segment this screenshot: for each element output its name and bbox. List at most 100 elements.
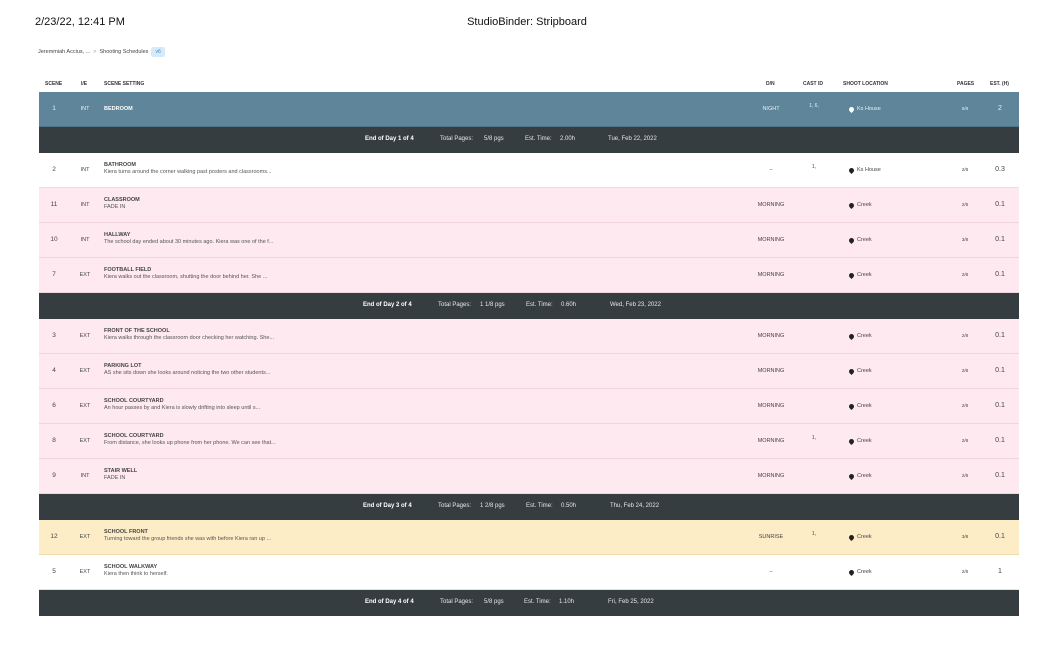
pages: 2/8 [961, 569, 969, 574]
breadcrumb: Jeremmiah Accius, ... > Shooting Schedul… [38, 46, 165, 58]
est-hours: 0.1 [995, 402, 1005, 409]
breadcrumb-section[interactable]: Shooting Schedules [100, 49, 149, 55]
setting-title: FOOTBALL FIELD [104, 267, 152, 273]
version-badge[interactable]: v6 [151, 47, 165, 57]
scene-setting: SCHOOL COURTYARD An hour passes by and Ki… [104, 398, 434, 411]
strip-row[interactable]: 12 EXT SCHOOL FRONT Turning toward the gr… [39, 520, 1019, 555]
location-name: Ks House [857, 167, 881, 173]
setting-title: PARKING LOT [104, 363, 142, 369]
pages: 5/8 [961, 106, 969, 111]
location-name: Creek [857, 272, 872, 278]
setting-description: Kiera turns around the corner walking pa… [104, 169, 272, 175]
map-pin-icon [847, 367, 856, 375]
pages: 3/8 [961, 237, 969, 242]
location-name: Creek [857, 237, 872, 243]
strip-row[interactable]: 5 EXT SCHOOL WALKWAY Kiera then think to … [39, 555, 1019, 590]
setting-title: SCHOOL COURTYARD [104, 398, 164, 404]
setting-description: From distance, she looks up phone from h… [104, 440, 276, 446]
day-date: Thu, Feb 24, 2022 [610, 503, 660, 509]
pages: 2/8 [961, 272, 969, 277]
est-hours: 2 [998, 105, 1002, 112]
scene-setting: SCHOOL COURTYARD From distance, she looks… [104, 433, 434, 446]
pages: 2/8 [961, 368, 969, 373]
strip-row[interactable]: 10 INT HALLWAY The school day ended about… [39, 223, 1019, 258]
strip-row[interactable]: 8 EXT SCHOOL COURTYARD From distance, she… [39, 424, 1019, 459]
day-night: MORNING [757, 473, 785, 479]
col-pages: PAGES [957, 81, 975, 87]
col-cast: CAST ID [803, 81, 823, 87]
map-pin-icon [847, 533, 856, 541]
location-name: Creek [857, 534, 872, 540]
scene-number: 5 [52, 568, 56, 575]
day-night: – [769, 167, 773, 173]
day-break[interactable]: End of Day 1 of 4 Total Pages: 5/8 pgs E… [39, 127, 1019, 153]
strip-row[interactable]: 11 INT CLASSROOM FADE IN MORNING Creek 2/… [39, 188, 1019, 223]
setting-description: FADE IN [104, 204, 126, 210]
shoot-location: Creek [847, 367, 872, 375]
cast-id: 1, [811, 435, 817, 441]
setting-description: Turning toward the group friends she was… [104, 536, 272, 542]
setting-description: Kiera walks through the classroom door c… [104, 335, 274, 341]
day-date: Wed, Feb 23, 2022 [610, 302, 661, 308]
location-name: Creek [857, 202, 872, 208]
est-time-label: Est. Time: [526, 302, 553, 308]
setting-description: The school day ended about 30 minutes ag… [104, 239, 274, 245]
int-ext: EXT [79, 368, 91, 374]
scene-setting: HALLWAY The school day ended about 30 min… [104, 232, 434, 245]
est-hours: 0.1 [995, 533, 1005, 540]
scene-setting: FOOTBALL FIELD Kiera walks out the classr… [104, 267, 434, 280]
col-setting: SCENE SETTING [104, 81, 145, 87]
shoot-location: Creek [847, 236, 872, 244]
setting-title: SCHOOL FRONT [104, 529, 148, 535]
day-break[interactable]: End of Day 3 of 4 Total Pages: 1 2/8 pgs… [39, 494, 1019, 520]
print-header: 2/23/22, 12:41 PM StudioBinder: Stripboa… [35, 16, 1019, 32]
location-name: Creek [857, 333, 872, 339]
strip-row[interactable]: 6 EXT SCHOOL COURTYARD An hour passes by … [39, 389, 1019, 424]
shoot-location: Creek [847, 568, 872, 576]
print-title: StudioBinder: Stripboard [467, 16, 587, 28]
strip-row[interactable]: 4 EXT PARKING LOT AS she sits down she lo… [39, 354, 1019, 389]
strip-row[interactable]: 3 EXT FRONT OF THE SCHOOL Kiera walks thr… [39, 319, 1019, 354]
day-date: Tue, Feb 22, 2022 [608, 136, 657, 142]
shoot-location: Creek [847, 332, 872, 340]
strip-row[interactable]: 7 EXT FOOTBALL FIELD Kiera walks out the … [39, 258, 1019, 293]
location-name: Creek [857, 403, 872, 409]
shoot-location: Creek [847, 201, 872, 209]
pages: 3/8 [961, 534, 969, 539]
day-break[interactable]: End of Day 2 of 4 Total Pages: 1 1/8 pgs… [39, 293, 1019, 319]
strip-row[interactable]: 2 INT BATHROOM Kiera turns around the cor… [39, 153, 1019, 188]
day-night: MORNING [757, 368, 785, 374]
strip-row[interactable]: 9 INT STAIR WELL FADE IN MORNING Creek 2/… [39, 459, 1019, 494]
scene-setting: PARKING LOT AS she sits down she looks ar… [104, 363, 434, 376]
map-pin-icon [847, 105, 856, 113]
day-night: MORNING [757, 202, 785, 208]
breadcrumb-project[interactable]: Jeremmiah Accius, ... [38, 49, 90, 55]
stripboard: 1 INT BEDROOM NIGHT 1, 6, Ks House 5/8 2… [39, 92, 1019, 616]
int-ext: INT [80, 473, 90, 479]
int-ext: INT [80, 202, 90, 208]
setting-title: BEDROOM [104, 106, 133, 112]
setting-description: Kiera walks out the classroom, shutting … [104, 274, 268, 280]
scene-number: 7 [52, 271, 56, 278]
shoot-location: Creek [847, 437, 872, 445]
total-pages: 5/8 pgs [484, 599, 504, 605]
shoot-location: Creek [847, 402, 872, 410]
est-time: 2.00h [560, 136, 576, 142]
day-break[interactable]: End of Day 4 of 4 Total Pages: 5/8 pgs E… [39, 590, 1019, 616]
scene-number: 8 [52, 437, 56, 444]
int-ext: EXT [79, 403, 91, 409]
location-name: Creek [857, 438, 872, 444]
shoot-location: Ks House [847, 166, 881, 174]
strip-row[interactable]: 1 INT BEDROOM NIGHT 1, 6, Ks House 5/8 2 [39, 92, 1019, 127]
setting-title: FRONT OF THE SCHOOL [104, 328, 170, 334]
shoot-location: Creek [847, 271, 872, 279]
total-pages: 1 2/8 pgs [480, 503, 505, 509]
cast-id: 1, [811, 164, 817, 170]
col-dn: D/N [766, 81, 775, 87]
map-pin-icon [847, 271, 856, 279]
pages: 2/8 [961, 333, 969, 338]
location-name: Creek [857, 473, 872, 479]
setting-description: FADE IN [104, 475, 126, 481]
col-ie: I/E [81, 81, 88, 87]
col-scene: SCENE [45, 81, 63, 87]
